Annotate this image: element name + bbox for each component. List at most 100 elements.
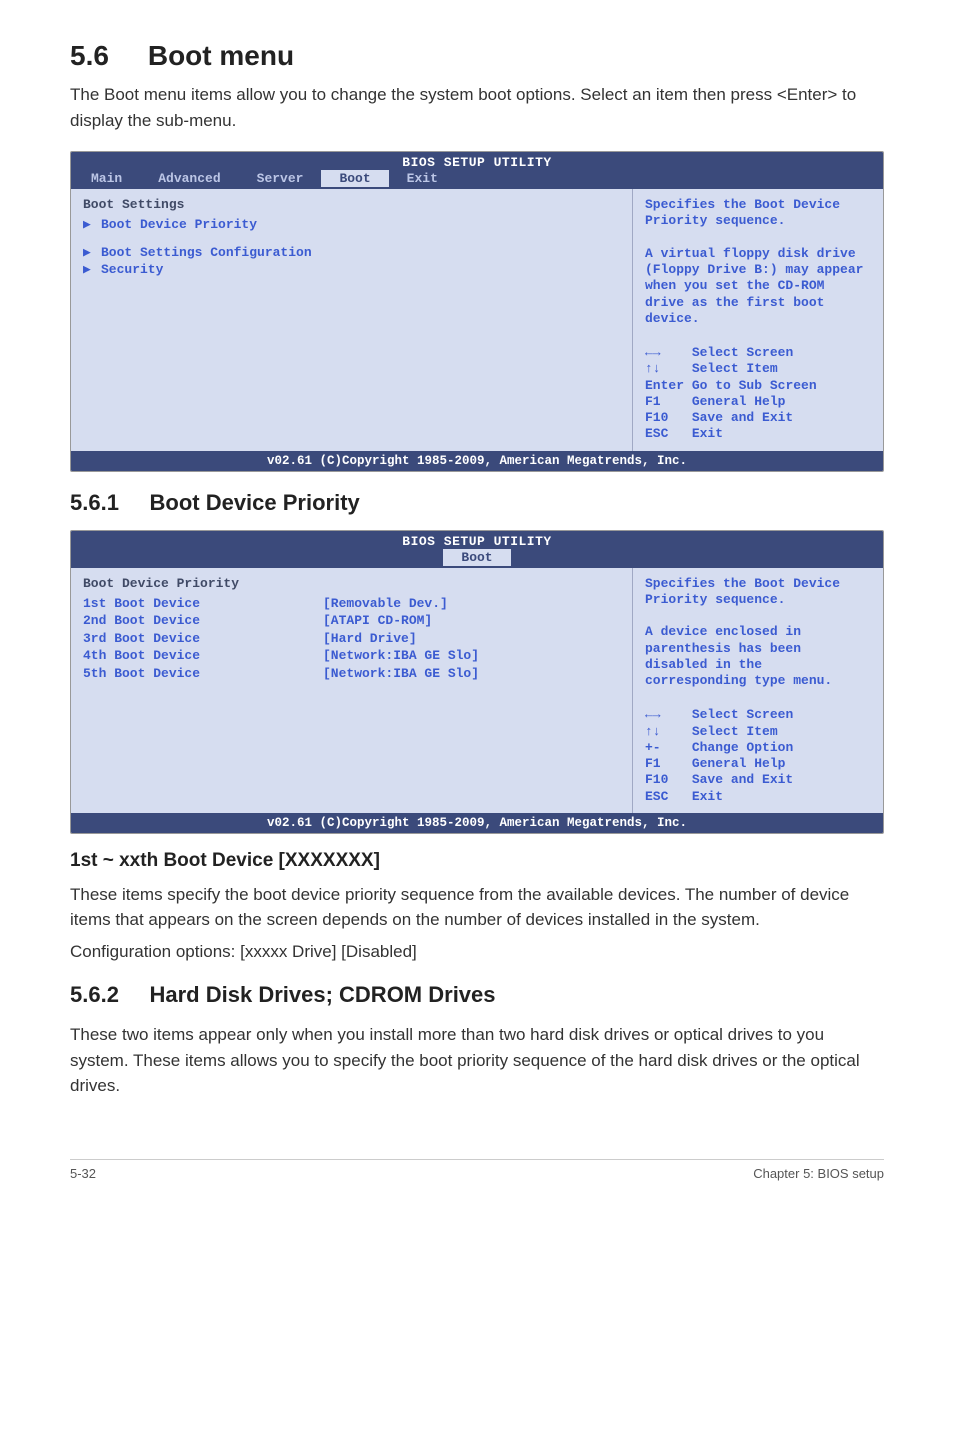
boot-device-value: [ATAPI CD-ROM] [323, 612, 432, 630]
subsection-body: These two items appear only when you ins… [70, 1022, 884, 1099]
bios-help-text: Specifies the Boot Device Priority seque… [645, 197, 871, 327]
bios-item-security[interactable]: ▶ Security [83, 261, 620, 279]
nav-key: +- [645, 740, 661, 755]
section-heading: 5.6 Boot menu [70, 40, 884, 72]
boot-device-label: 3rd Boot Device [83, 630, 323, 648]
subsection-title: Hard Disk Drives; CDROM Drives [150, 982, 496, 1007]
bios-copyright: v02.61 (C)Copyright 1985-2009, American … [71, 813, 883, 833]
spacer [83, 234, 620, 244]
boot-device-3[interactable]: 3rd Boot Device [Hard Drive] [83, 630, 620, 648]
boot-device-4[interactable]: 4th Boot Device [Network:IBA GE Slo] [83, 647, 620, 665]
bios-tab-server[interactable]: Server [239, 170, 322, 187]
bios-body: Boot Device Priority 1st Boot Device [Re… [71, 568, 883, 813]
page-footer: 5-32 Chapter 5: BIOS setup [70, 1159, 884, 1181]
nav-enter: Enter Go to Sub Screen [645, 378, 871, 394]
page-number: 5-32 [70, 1166, 96, 1181]
bios-body: Boot Settings ▶ Boot Device Priority ▶ B… [71, 189, 883, 451]
nav-f1: F1 General Help [645, 394, 871, 410]
nav-key: ↑↓ [645, 724, 661, 739]
nav-label: General Help [692, 394, 786, 409]
nav-label: Select Item [692, 361, 778, 376]
boot-device-value: [Network:IBA GE Slo] [323, 647, 479, 665]
bios-heading: Boot Settings [83, 197, 620, 212]
bios-left-pane: Boot Settings ▶ Boot Device Priority ▶ B… [71, 189, 633, 451]
nav-label: Save and Exit [692, 410, 793, 425]
section-intro: The Boot menu items allow you to change … [70, 82, 884, 133]
subsection-heading: 5.6.1 Boot Device Priority [70, 490, 884, 516]
nav-select-item: ↑↓ Select Item [645, 724, 871, 740]
boot-device-label: 4th Boot Device [83, 647, 323, 665]
nav-esc: ESC Exit [645, 789, 871, 805]
nav-key: ←→ [645, 345, 661, 360]
nav-key: F1 [645, 394, 661, 409]
boot-device-value: [Network:IBA GE Slo] [323, 665, 479, 683]
boot-device-label: 2nd Boot Device [83, 612, 323, 630]
nav-label: Save and Exit [692, 772, 793, 787]
nav-key: ←→ [645, 707, 661, 722]
bios-help-text: Specifies the Boot Device Priority seque… [645, 576, 871, 690]
boot-device-1[interactable]: 1st Boot Device [Removable Dev.] [83, 595, 620, 613]
chapter-label: Chapter 5: BIOS setup [753, 1166, 884, 1181]
nav-label: Select Screen [692, 345, 793, 360]
nav-label: Select Item [692, 724, 778, 739]
bios-nav-block: ←→ Select Screen ↑↓ Select Item Enter Go… [645, 345, 871, 443]
nav-label: Go to Sub Screen [692, 378, 817, 393]
bios-title: BIOS SETUP UTILITY [71, 531, 883, 549]
boot-device-5[interactable]: 5th Boot Device [Network:IBA GE Slo] [83, 665, 620, 683]
nav-select-item: ↑↓ Select Item [645, 361, 871, 377]
nav-label: Exit [692, 426, 723, 441]
option-description: These items specify the boot device prio… [70, 882, 884, 933]
nav-key: F10 [645, 410, 668, 425]
bios-title: BIOS SETUP UTILITY [71, 152, 883, 170]
submenu-arrow-icon: ▶ [83, 216, 91, 234]
bios-screen-boot-settings: BIOS SETUP UTILITY Main Advanced Server … [70, 151, 884, 472]
section-number: 5.6 [70, 40, 109, 71]
boot-device-value: [Removable Dev.] [323, 595, 448, 613]
bios-item-label: Security [101, 262, 163, 277]
nav-key: F1 [645, 756, 661, 771]
section-title: Boot menu [148, 40, 294, 71]
bios-item-label: Boot Device Priority [101, 217, 257, 232]
bios-item-label: Boot Settings Configuration [101, 245, 312, 260]
subsection-title: Boot Device Priority [150, 490, 360, 515]
bios-right-pane: Specifies the Boot Device Priority seque… [633, 189, 883, 451]
nav-key: ESC [645, 426, 668, 441]
submenu-arrow-icon: ▶ [83, 261, 91, 279]
bios-item-boot-device-priority[interactable]: ▶ Boot Device Priority [83, 216, 620, 234]
bios-tabs: Boot [71, 549, 883, 568]
nav-label: Change Option [692, 740, 793, 755]
nav-select-screen: ←→ Select Screen [645, 345, 871, 361]
nav-label: General Help [692, 756, 786, 771]
bios-tab-exit[interactable]: Exit [389, 170, 456, 187]
nav-key: Enter [645, 378, 684, 393]
bios-right-pane: Specifies the Boot Device Priority seque… [633, 568, 883, 813]
subsection-number: 5.6.1 [70, 490, 119, 515]
submenu-arrow-icon: ▶ [83, 244, 91, 262]
nav-key: ↑↓ [645, 361, 661, 376]
bios-tab-advanced[interactable]: Advanced [140, 170, 238, 187]
bios-tab-boot[interactable]: Boot [321, 170, 388, 187]
bios-copyright: v02.61 (C)Copyright 1985-2009, American … [71, 451, 883, 471]
bios-screen-boot-device-priority: BIOS SETUP UTILITY Boot Boot Device Prio… [70, 530, 884, 834]
boot-device-label: 5th Boot Device [83, 665, 323, 683]
nav-key: ESC [645, 789, 668, 804]
nav-f10: F10 Save and Exit [645, 772, 871, 788]
boot-device-label: 1st Boot Device [83, 595, 323, 613]
subsection-number: 5.6.2 [70, 982, 119, 1007]
bios-item-boot-settings-config[interactable]: ▶ Boot Settings Configuration [83, 244, 620, 262]
bios-tab-main[interactable]: Main [73, 170, 140, 187]
bios-nav-block: ←→ Select Screen ↑↓ Select Item +- Chang… [645, 707, 871, 805]
boot-device-value: [Hard Drive] [323, 630, 417, 648]
nav-esc: ESC Exit [645, 426, 871, 442]
nav-f10: F10 Save and Exit [645, 410, 871, 426]
bios-left-pane: Boot Device Priority 1st Boot Device [Re… [71, 568, 633, 813]
option-heading: 1st ~ xxth Boot Device [XXXXXXX] [70, 850, 884, 872]
boot-device-2[interactable]: 2nd Boot Device [ATAPI CD-ROM] [83, 612, 620, 630]
bios-tabs: Main Advanced Server Boot Exit [71, 170, 883, 189]
nav-change-option: +- Change Option [645, 740, 871, 756]
nav-key: F10 [645, 772, 668, 787]
bios-tab-boot[interactable]: Boot [443, 549, 510, 566]
nav-label: Exit [692, 789, 723, 804]
nav-f1: F1 General Help [645, 756, 871, 772]
bios-heading: Boot Device Priority [83, 576, 620, 591]
